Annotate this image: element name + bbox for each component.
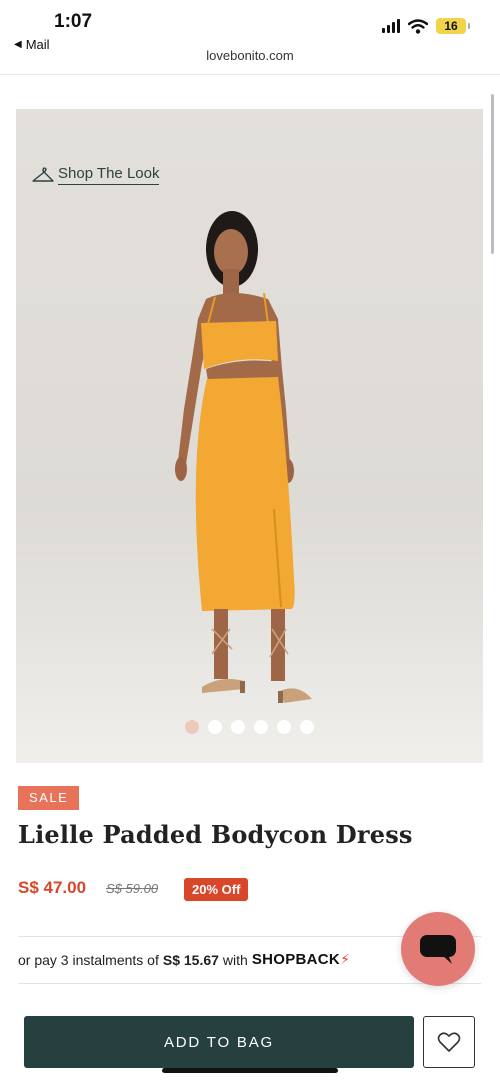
add-to-bag-button[interactable]: ADD TO BAG (24, 1016, 414, 1068)
carousel-dot[interactable] (277, 720, 291, 734)
heart-icon (437, 1032, 461, 1052)
carousel-dot[interactable] (300, 720, 314, 734)
wishlist-button[interactable] (423, 1016, 475, 1068)
model-photo (175, 211, 312, 703)
lightning-bolt-icon: ⚡ (340, 951, 350, 967)
chat-button[interactable] (401, 912, 475, 986)
carousel-dot[interactable] (185, 720, 199, 734)
carousel-dot[interactable] (208, 720, 222, 734)
sale-price: S$ 47.00 (18, 878, 87, 897)
instalment-amount: S$ 15.67 (162, 951, 219, 968)
hanger-icon (32, 167, 54, 182)
wifi-icon (408, 18, 428, 34)
product-title: Lielle Padded Bodycon Dress (18, 820, 413, 849)
scrollbar[interactable] (491, 94, 494, 254)
divider (18, 983, 481, 984)
instalment-info[interactable]: or pay 3 instalments of S$ 15.67 with SH… (18, 951, 350, 968)
system-icons: 16 (382, 18, 470, 34)
url-bar[interactable]: lovebonito.com (0, 48, 500, 76)
battery-icon: 16 (436, 18, 470, 34)
cellular-signal-icon (382, 19, 400, 33)
product-image[interactable]: Shop The Look (16, 109, 483, 763)
carousel-dots (16, 720, 483, 734)
discount-badge: 20% Off (184, 878, 249, 901)
instalment-suffix: with (222, 951, 248, 968)
carousel-dot[interactable] (254, 720, 268, 734)
clock: 1:07 (54, 11, 93, 32)
chat-bubble-icon (420, 935, 456, 964)
status-bar: 1:07 ◀ Mail 16 (0, 0, 500, 52)
original-price: S$ 59.00 (106, 881, 159, 896)
carousel-dot[interactable] (231, 720, 245, 734)
divider (0, 74, 500, 75)
instalment-prefix: or pay 3 instalments of (18, 951, 159, 968)
shopback-logo: SHOPBACK (251, 951, 341, 968)
home-indicator (162, 1068, 338, 1073)
shop-the-look-link[interactable]: Shop The Look (32, 165, 160, 185)
shop-the-look-label: Shop The Look (58, 165, 160, 185)
sale-badge: SALE (18, 786, 80, 810)
